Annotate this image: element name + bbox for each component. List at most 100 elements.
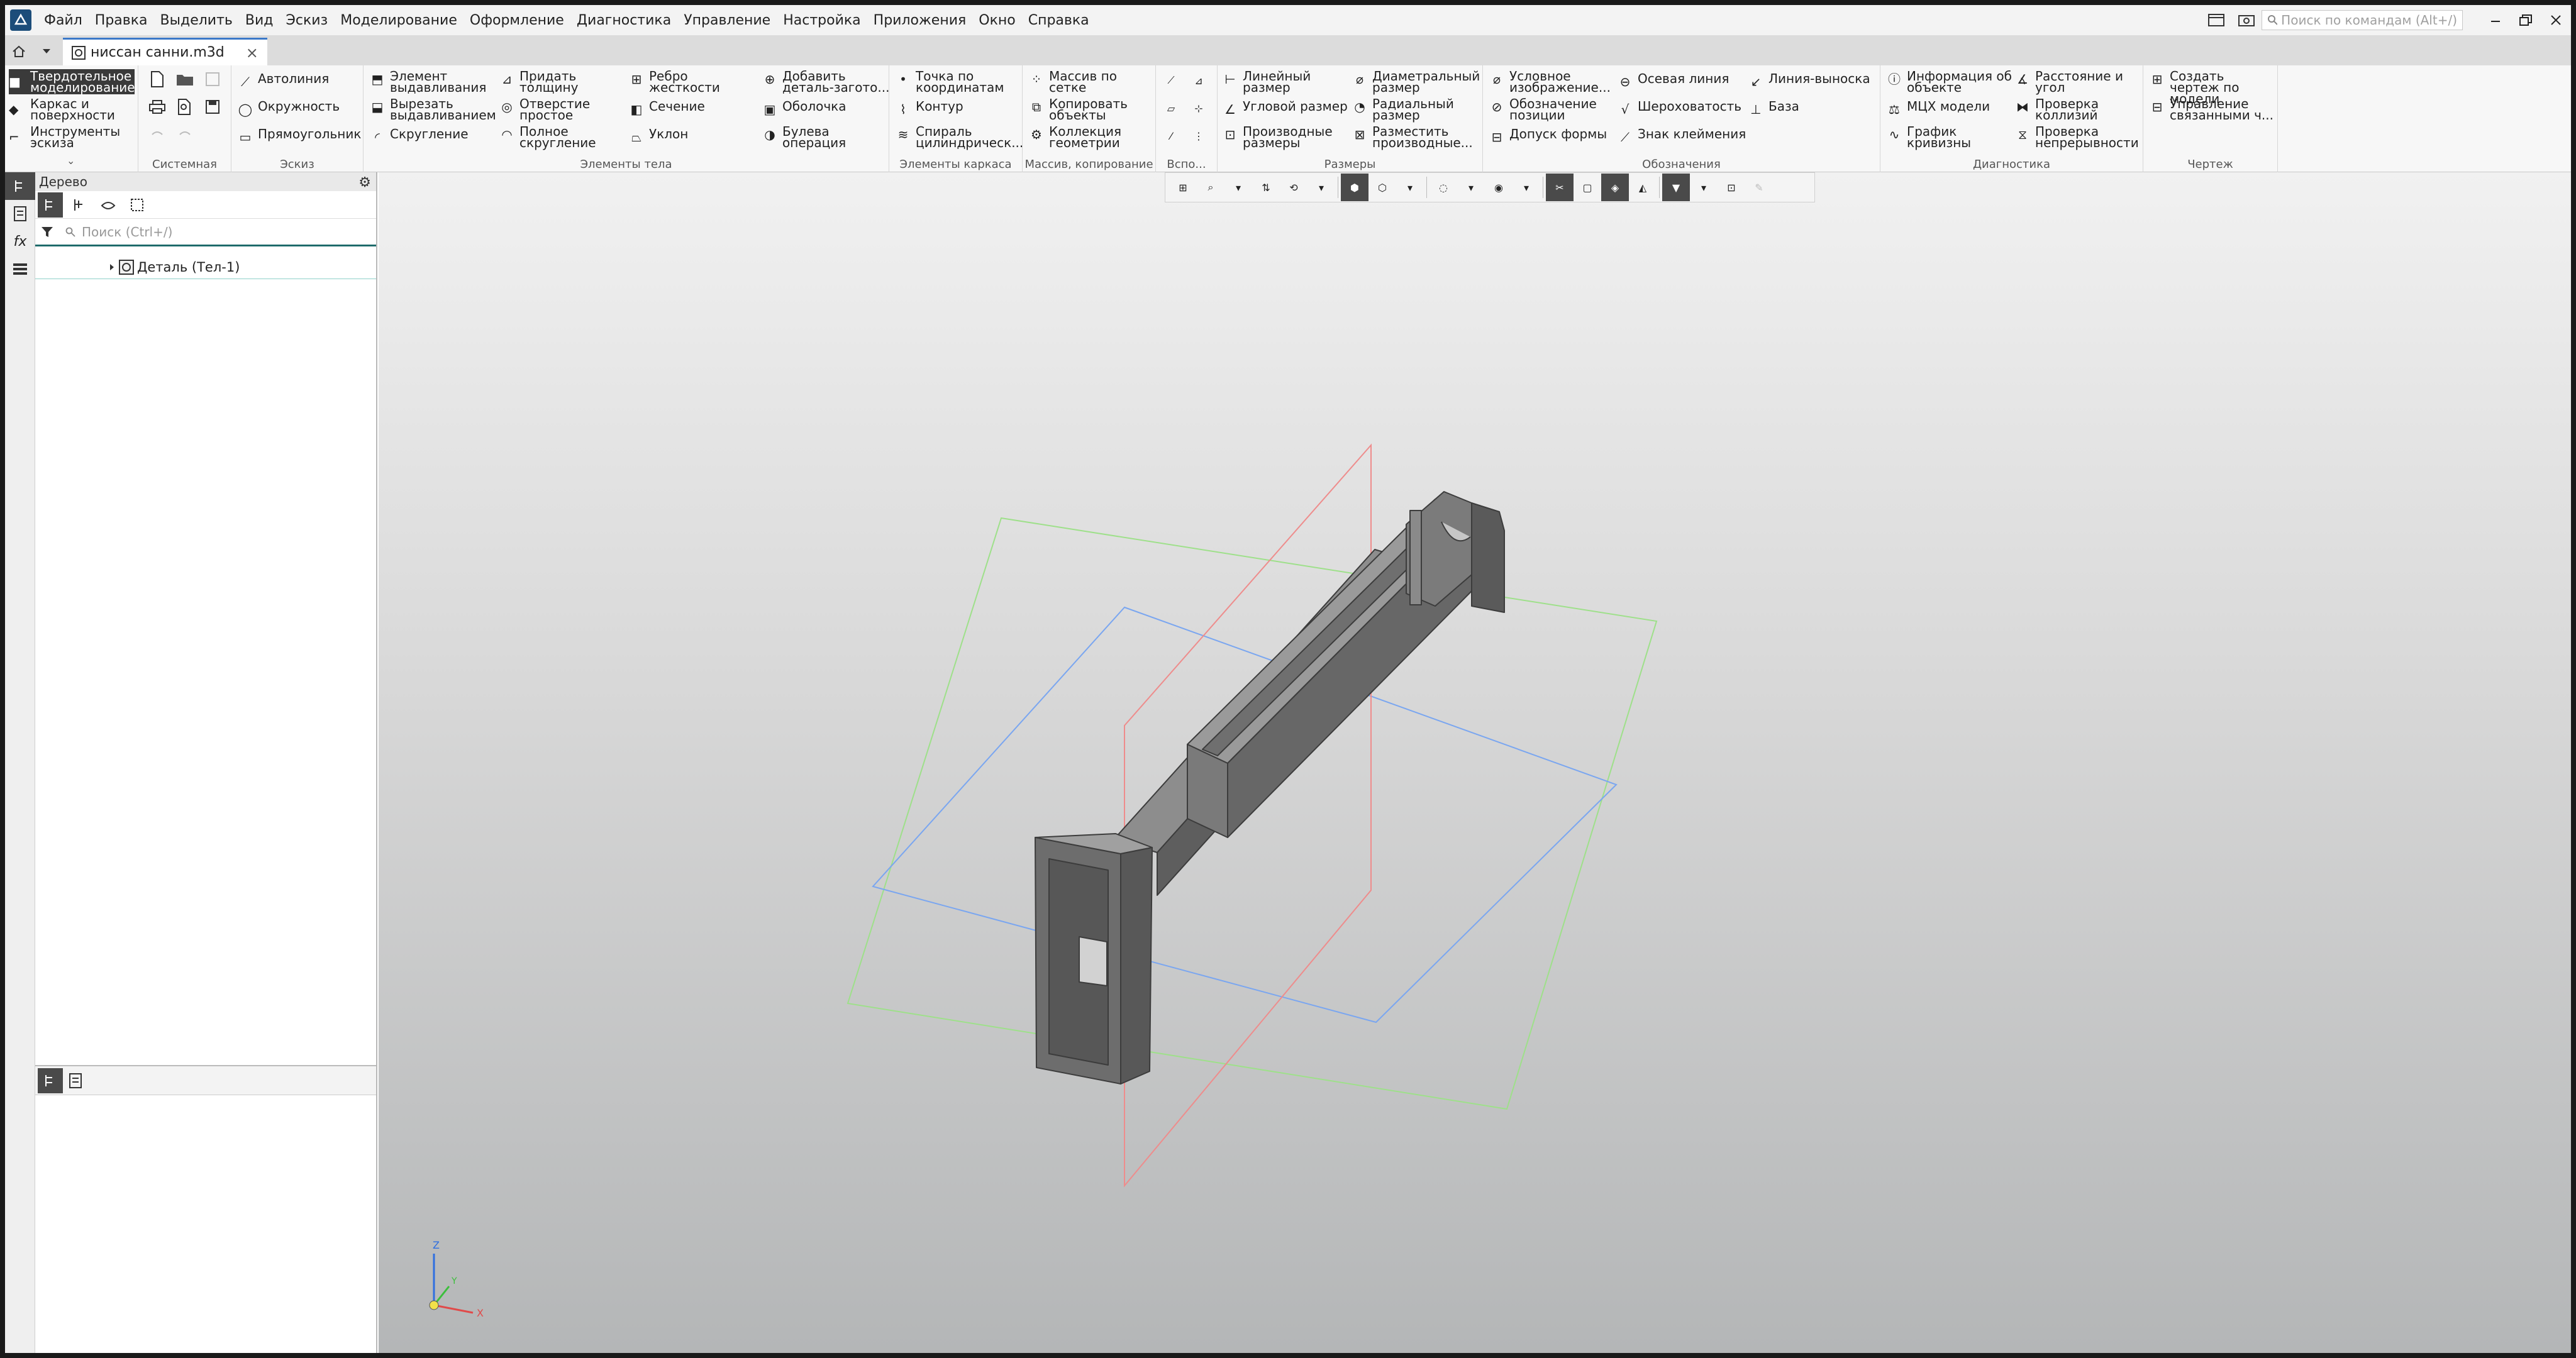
print-icon[interactable] [147, 97, 167, 117]
tree-panel-icon[interactable] [5, 172, 35, 200]
bottom-tree-tab-icon[interactable] [38, 1068, 63, 1093]
continuity-check-button[interactable]: ⧖ Проверка непрерывности [2014, 125, 2142, 149]
helix-button[interactable]: ≋ Спираль цилиндрическ... [894, 125, 1024, 149]
point-by-coords-button[interactable]: • Точка по координатам [894, 70, 1010, 94]
layers-icon[interactable] [5, 255, 35, 283]
bottom-properties-tab-icon[interactable] [63, 1068, 88, 1093]
model-scene[interactable] [379, 172, 2571, 1353]
mode-surfaces[interactable]: ◆ Каркас и поверхности [9, 97, 135, 122]
tabs-dropdown-icon[interactable] [33, 38, 60, 65]
screenshot-icon[interactable] [2231, 8, 2262, 33]
rectangle-button[interactable]: ▭ Прямоугольник [236, 128, 362, 146]
vt-section-icon[interactable]: ✂ [1546, 174, 1574, 201]
copy-objects-button[interactable]: ⧉ Копировать объекты [1028, 97, 1128, 121]
vt-filter-dropdown-icon[interactable]: ▾ [1690, 174, 1718, 201]
tree-item-part[interactable]: Деталь (Тел-1) [35, 255, 376, 279]
tree-order-icon[interactable] [67, 192, 92, 218]
grid-array-button[interactable]: ⁘ Массив по сетке [1028, 70, 1124, 94]
menu-sketch[interactable]: Эскиз [279, 13, 334, 28]
add-blank-button[interactable]: ⊕ Добавить деталь-загото... [761, 70, 893, 94]
center-line-button[interactable]: ⊖ Осевая линия [1616, 72, 1729, 91]
leader-line-button[interactable]: ↙ Линия-выноска [1747, 72, 1870, 91]
mode-solid-modeling[interactable]: ■ Твердотельное моделирование [9, 69, 135, 94]
tree-filter-sel-icon[interactable] [125, 192, 150, 218]
3d-viewport[interactable]: ⊞ ⌕ ▾ ⇅ ⟲ ▾ ⬢ ⬡ ▾ ◌ ▾ ◉ ▾ ✂ ▢ ◈ ◭ ▼ ▾ ⊡ … [379, 172, 2571, 1353]
command-search-input[interactable]: Поиск по командам (Alt+/) [2262, 10, 2463, 30]
radial-dim-button[interactable]: ◔ Радиальный размер [1351, 97, 1467, 121]
aux-more-icon[interactable]: ⋮ [1189, 126, 1209, 146]
mode-sketch-tools[interactable]: ⌐ Инструменты эскиза [9, 124, 135, 150]
angular-dim-button[interactable]: ∠ Угловой размер [1221, 100, 1348, 118]
expand-arrow-icon[interactable] [108, 263, 116, 271]
minimize-button[interactable] [2480, 8, 2511, 33]
close-tab-icon[interactable]: × [246, 44, 258, 62]
form-tolerance-button[interactable]: ⊟ Допуск формы [1488, 128, 1607, 146]
modes-expand-icon[interactable]: ⌄ [67, 155, 75, 167]
close-window-button[interactable] [2541, 8, 2571, 33]
menu-help[interactable]: Справка [1022, 13, 1096, 28]
vt-render-icon[interactable]: ◈ [1601, 174, 1629, 201]
app-logo-icon[interactable] [10, 9, 31, 31]
linked-drawings-button[interactable]: ⊟ Управление связанными ч... [2148, 97, 2277, 121]
mass-properties-button[interactable]: ⚖ МЦХ модели [1885, 100, 1990, 118]
menu-view[interactable]: Вид [239, 13, 280, 28]
vt-pan-icon[interactable]: ⇅ [1252, 174, 1280, 201]
new-file-icon[interactable] [147, 69, 167, 89]
menu-window[interactable]: Окно [972, 13, 1021, 28]
simple-hole-button[interactable]: ◎ Отверстие простое [498, 97, 595, 121]
aux-axis-icon[interactable]: ⊿ [1189, 70, 1209, 91]
menu-diagnostics[interactable]: Диагностика [570, 13, 677, 28]
menu-edit[interactable]: Правка [89, 13, 154, 28]
place-derived-button[interactable]: ⊠ Разместить производные... [1351, 125, 1479, 149]
properties-icon[interactable] [5, 200, 35, 228]
vt-display-dropdown-icon[interactable]: ▾ [1513, 174, 1540, 201]
extrude-button[interactable]: ⬒ Элемент выдавливания [369, 70, 491, 94]
vt-hide-icon[interactable]: ◌ [1430, 174, 1457, 201]
restore-button[interactable] [2511, 8, 2541, 33]
rib-button[interactable]: ⊞ Ребро жесткости [628, 70, 724, 94]
position-note-button[interactable]: ⊘ Обозначение позиции [1488, 97, 1604, 121]
vt-filter-icon[interactable]: ▼ [1662, 174, 1690, 201]
menu-design[interactable]: Оформление [464, 13, 570, 28]
menu-manage[interactable]: Управление [677, 13, 777, 28]
tree-view-icon[interactable] [96, 192, 121, 218]
draft-button[interactable]: ⏢ Уклон [628, 128, 688, 146]
preview-icon[interactable] [175, 97, 195, 117]
tree-structure-icon[interactable] [38, 192, 63, 218]
cut-extrude-button[interactable]: ⬓ Вырезать выдавливанием [369, 97, 503, 121]
boolean-button[interactable]: ◑ Булева операция [761, 125, 858, 149]
home-icon[interactable] [5, 38, 33, 65]
derived-dims-button[interactable]: ⊡ Производные размеры [1221, 125, 1337, 149]
vt-zoom-icon[interactable]: ⌕ [1197, 174, 1224, 201]
aux-surface-icon[interactable]: ▱ [1161, 98, 1181, 118]
variables-icon[interactable]: fx [5, 228, 35, 255]
aux-line-icon[interactable]: ⁄ [1161, 126, 1181, 146]
contour-button[interactable]: ⌇ Контур [894, 100, 963, 118]
menu-file[interactable]: Файл [38, 13, 89, 28]
fillet-button[interactable]: ◜ Скругление [369, 128, 468, 146]
linear-dim-button[interactable]: ⊢ Линейный размер [1221, 70, 1324, 94]
curvature-graph-button[interactable]: ∿ График кривизны [1885, 125, 1982, 149]
vt-hide-dropdown-icon[interactable]: ▾ [1457, 174, 1485, 201]
vt-rotate-icon[interactable]: ⟲ [1280, 174, 1307, 201]
vt-display-icon[interactable]: ◉ [1485, 174, 1513, 201]
part-body[interactable] [1035, 491, 1505, 1085]
vt-sketch-icon[interactable]: ⊞ [1169, 174, 1197, 201]
vt-box-icon[interactable]: ▢ [1574, 174, 1601, 201]
vt-perspective-icon[interactable]: ◭ [1629, 174, 1657, 201]
filter-icon[interactable] [40, 225, 54, 239]
collision-check-button[interactable]: ⧓ Проверка коллизий [2014, 97, 2111, 121]
vt-orientation-dropdown-icon[interactable]: ▾ [1396, 174, 1424, 201]
vt-shaded-icon[interactable]: ⬢ [1341, 174, 1368, 201]
object-info-button[interactable]: ⓘ Информация об объекте [1885, 70, 2014, 94]
full-round-button[interactable]: ◠ Полное скругление [498, 125, 596, 149]
open-folder-icon[interactable] [175, 69, 195, 89]
autoline-button[interactable]: ⟋ Автолиния [236, 72, 329, 91]
circle-button[interactable]: ◯ Окружность [236, 100, 340, 118]
geometry-collection-button[interactable]: ⚙ Коллекция геометрии [1028, 125, 1124, 149]
marking-button[interactable]: ⟋ Знак клеймения [1616, 128, 1746, 146]
datum-button[interactable]: ⊥ База [1747, 100, 1799, 118]
vt-zoom-dropdown-icon[interactable]: ▾ [1224, 174, 1252, 201]
panel-settings-icon[interactable]: ⚙ [358, 174, 371, 192]
shell-button[interactable]: ▣ Оболочка [761, 100, 847, 118]
